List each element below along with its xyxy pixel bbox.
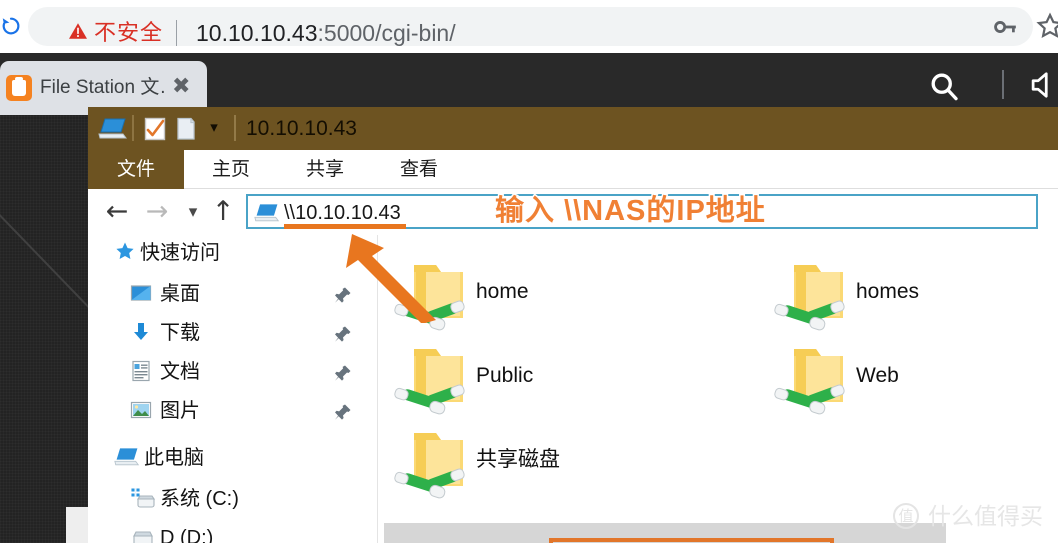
shared-folder-icon xyxy=(394,349,465,415)
sidebar-label: 文档 xyxy=(160,361,200,383)
ribbon-tab-share[interactable]: 共享 xyxy=(278,150,372,189)
warning-triangle-icon xyxy=(69,23,87,39)
speaker-icon[interactable] xyxy=(1030,70,1058,100)
folder-label: homes xyxy=(856,280,920,303)
url-path: :5000/cgi-bin/ xyxy=(317,20,456,46)
folder-label: Public xyxy=(476,364,534,387)
watermark-badge: 值 xyxy=(893,503,919,529)
sidebar-label: D (D:) xyxy=(160,527,214,543)
sidebar-label: 下载 xyxy=(160,322,200,344)
folder-item-web[interactable]: Web xyxy=(764,339,1054,423)
key-icon[interactable] xyxy=(992,14,1018,40)
search-icon[interactable] xyxy=(928,70,960,102)
titlebar-separator-2 xyxy=(234,115,236,141)
sidebar-item-system-c[interactable]: 系统 (C:) xyxy=(88,481,378,517)
sidebar-label: 此电脑 xyxy=(144,447,204,469)
folder-item-public[interactable]: Public xyxy=(384,339,714,423)
chevron-down-icon[interactable]: ▾ xyxy=(182,195,204,229)
sidebar-item-d-drive[interactable]: D (D:) xyxy=(88,520,378,543)
reload-icon[interactable] xyxy=(0,14,22,38)
folder-item-homes[interactable]: homes xyxy=(764,255,1054,339)
folder-label: Web xyxy=(856,364,899,387)
explorer-window-title: 10.10.10.43 xyxy=(246,117,357,140)
watermark-text: 什么值得买 xyxy=(928,503,1043,529)
ribbon-tab-view[interactable]: 查看 xyxy=(372,150,466,189)
close-icon[interactable]: ✖ xyxy=(172,75,190,99)
toolbar-divider xyxy=(1002,70,1004,99)
properties-icon[interactable] xyxy=(143,117,167,141)
pin-icon[interactable] xyxy=(334,403,352,421)
address-value: \\10.10.10.43 xyxy=(284,202,401,224)
screenshot-root: 不安全 10.10.10.43:5000/cgi-bin/ File Stati… xyxy=(0,0,1058,543)
omnibox-divider xyxy=(176,20,177,46)
file-station-favicon xyxy=(6,75,32,101)
download-icon xyxy=(134,323,148,340)
sidebar-item-pictures[interactable]: 图片 xyxy=(88,393,378,429)
network-computer-icon xyxy=(98,118,127,139)
shared-folder-icon xyxy=(774,265,845,331)
sidebar-label: 图片 xyxy=(160,400,200,422)
file-explorer-window: ▾ 10.10.10.43 文件 主页 共享 查看 ← → ▾ ↑ \\10.1… xyxy=(88,107,1058,543)
url-host: 10.10.10.43 xyxy=(196,20,318,46)
ribbon-tab-bar: 文件 主页 共享 查看 xyxy=(88,150,1058,189)
ribbon-tab-home[interactable]: 主页 xyxy=(184,150,278,189)
this-pc-icon xyxy=(114,448,140,466)
content-pane: home homes Public Web 共享磁盘 xyxy=(379,235,1058,543)
documents-icon xyxy=(132,360,150,382)
new-folder-icon[interactable] xyxy=(175,117,197,141)
forward-arrow-icon[interactable]: → xyxy=(142,195,172,229)
up-arrow-icon[interactable]: ↑ xyxy=(210,195,236,229)
back-arrow-icon[interactable]: ← xyxy=(102,195,132,229)
pin-icon[interactable] xyxy=(334,325,352,343)
sidebar-label: 系统 (C:) xyxy=(160,488,239,510)
shared-folder-icon xyxy=(394,433,465,499)
chevron-down-icon[interactable]: ▾ xyxy=(205,119,223,137)
security-status-label[interactable]: 不安全 xyxy=(94,17,163,49)
callout-annotation-text: 输入 \\NAS的IP地址 xyxy=(494,194,767,229)
ribbon-tab-file[interactable]: 文件 xyxy=(88,150,184,189)
browser-tab-title: File Station 文… xyxy=(40,77,165,98)
desktop-icon xyxy=(130,285,152,301)
folder-label: 共享磁盘 xyxy=(476,448,560,471)
star-icon[interactable] xyxy=(1036,12,1058,40)
folder-item-shared-disk[interactable]: 共享磁盘 xyxy=(384,423,714,507)
browser-tab-strip: File Station 文… ✖ xyxy=(0,53,1058,115)
omnibox-pill[interactable]: 不安全 10.10.10.43:5000/cgi-bin/ xyxy=(28,7,1033,46)
pin-icon[interactable] xyxy=(334,364,352,382)
browser-omnibox-bar: 不安全 10.10.10.43:5000/cgi-bin/ xyxy=(0,0,1058,53)
sidebar-label: 桌面 xyxy=(160,283,200,305)
sidebar-item-documents[interactable]: 文档 xyxy=(88,354,378,390)
titlebar-separator xyxy=(132,115,134,141)
drive-icon xyxy=(133,531,153,543)
folder-label: home xyxy=(476,280,529,303)
highlight-rectangle-annotation xyxy=(549,538,834,543)
omnibox-url[interactable]: 10.10.10.43:5000/cgi-bin/ xyxy=(196,15,456,51)
orange-arrow-icon xyxy=(346,234,436,323)
windows-drive-icon xyxy=(130,487,156,508)
sidebar-item-this-pc[interactable]: 此电脑 xyxy=(88,440,378,476)
sidebar-label: 快速访问 xyxy=(140,242,220,264)
shared-folder-icon xyxy=(774,349,845,415)
network-computer-icon xyxy=(254,204,280,222)
pictures-icon xyxy=(130,401,152,419)
explorer-title-bar[interactable]: ▾ 10.10.10.43 xyxy=(88,107,1058,150)
star-pinned-icon xyxy=(116,242,134,259)
